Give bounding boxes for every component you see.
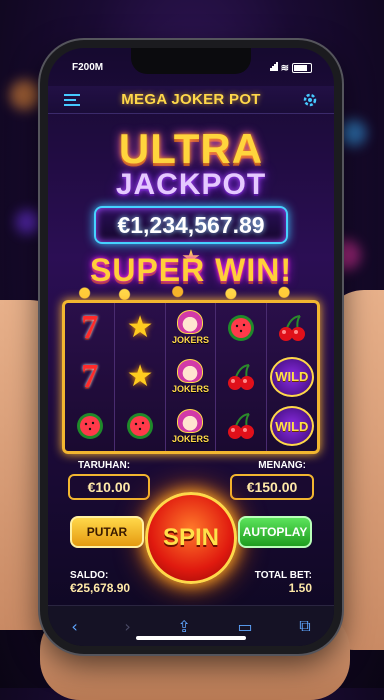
joker-icon bbox=[177, 359, 204, 384]
joker-icon bbox=[177, 408, 204, 433]
joker-symbol: JOKERS bbox=[171, 408, 209, 444]
reel-cell bbox=[267, 303, 317, 352]
battery-icon bbox=[292, 63, 312, 73]
status-bar: F200M ≋ bbox=[72, 62, 312, 74]
gear-icon[interactable] bbox=[300, 90, 320, 110]
home-indicator bbox=[136, 636, 246, 640]
slot-reels: 7 ★ JOKERS 7 ★ JOKERS WILD JOKERS WILD bbox=[62, 300, 320, 454]
reel-cell: 7 bbox=[65, 303, 116, 353]
reel-cell: JOKERS bbox=[166, 303, 217, 353]
background-light bbox=[10, 80, 40, 110]
watermelon-icon bbox=[76, 413, 103, 440]
reel-cell: JOKERS bbox=[166, 352, 217, 402]
joker-label: JOKERS bbox=[171, 433, 209, 444]
seven-symbol: 7 bbox=[81, 308, 99, 346]
background-light bbox=[340, 120, 366, 146]
status-icons: ≋ bbox=[269, 62, 312, 74]
reel-cell: JOKERS bbox=[166, 401, 217, 451]
star-icon: ★ bbox=[126, 359, 154, 395]
super-win-text: SUPER WIN! bbox=[90, 252, 292, 288]
jackpot-amount-box: €1,234,567.89 bbox=[94, 206, 288, 244]
joker-label: JOKERS bbox=[171, 335, 209, 346]
reel-cell bbox=[216, 401, 267, 451]
reel-cell bbox=[65, 401, 116, 451]
win-label: MENANG: bbox=[258, 460, 306, 471]
putar-button[interactable]: PUTAR bbox=[70, 516, 144, 548]
watermelon-icon bbox=[227, 314, 254, 341]
total-bet-block: TOTAL BET: 1.50 bbox=[255, 570, 312, 595]
jackpot-display: ULTRA JACKPOT €1,234,567.89 bbox=[48, 122, 334, 244]
jackpot-title-line1: ULTRA bbox=[118, 125, 264, 172]
back-icon[interactable]: ‹ bbox=[71, 617, 77, 636]
joker-symbol: JOKERS bbox=[172, 359, 209, 394]
coins-decoration bbox=[58, 286, 324, 300]
share-icon[interactable]: ⇪ bbox=[177, 617, 190, 636]
reel-cell: WILD bbox=[267, 402, 317, 451]
reel-cell bbox=[115, 401, 166, 451]
jackpot-amount: €1,234,567.89 bbox=[117, 211, 265, 238]
win-value: €150.00 bbox=[230, 474, 314, 500]
total-bet-value: 1.50 bbox=[288, 581, 312, 595]
star-icon: ★ bbox=[126, 310, 154, 346]
bet-label: TARUHAN: bbox=[78, 460, 131, 471]
tabs-icon[interactable]: ⧉ bbox=[299, 616, 310, 636]
joker-symbol: JOKERS bbox=[172, 310, 209, 345]
joker-label: JOKERS bbox=[171, 384, 209, 395]
balance-block: SALDO: €25,678.90 bbox=[70, 570, 130, 595]
footer-info: SALDO: €25,678.90 TOTAL BET: 1.50 bbox=[70, 570, 312, 595]
balance-value: €25,678.90 bbox=[70, 581, 131, 595]
cherries-icon bbox=[227, 363, 254, 390]
autoplay-button[interactable]: AUTOPLAY bbox=[238, 516, 312, 548]
phone-screen: F200M ≋ MEGA JOKER POT ULTRA JACKPOT €1,… bbox=[48, 48, 334, 646]
reel-cell: WILD bbox=[267, 352, 317, 401]
reel-cell bbox=[216, 303, 267, 353]
super-win-banner: SUPER WIN! bbox=[48, 252, 334, 289]
cherries-icon bbox=[227, 413, 254, 440]
total-bet-label: TOTAL BET: bbox=[254, 570, 312, 581]
reel-cell: ★ bbox=[115, 352, 166, 402]
wild-symbol: WILD bbox=[269, 356, 314, 397]
wifi-icon: ≋ bbox=[280, 62, 289, 74]
forward-icon[interactable]: › bbox=[124, 617, 130, 636]
balance-label: SALDO: bbox=[70, 570, 109, 581]
jackpot-title-line2: JACKPOT bbox=[115, 168, 267, 201]
reel-cell: ★ bbox=[115, 303, 166, 353]
bet-value[interactable]: €10.00 bbox=[68, 474, 150, 500]
spin-label: SPIN bbox=[162, 524, 219, 551]
reel-cell bbox=[216, 352, 267, 402]
seven-symbol: 7 bbox=[81, 357, 99, 395]
carrier-label: F200M bbox=[72, 62, 104, 73]
wild-label: WILD bbox=[275, 418, 309, 434]
menu-icon[interactable] bbox=[62, 90, 82, 110]
reel-cell: 7 bbox=[65, 352, 116, 402]
watermelon-icon bbox=[127, 413, 154, 440]
background-light bbox=[16, 210, 40, 234]
joker-icon bbox=[177, 310, 204, 335]
signal-icon bbox=[269, 62, 278, 74]
page-title: MEGA JOKER POT bbox=[121, 91, 261, 108]
wild-label: WILD bbox=[275, 369, 309, 385]
bookmarks-icon[interactable]: ▭ bbox=[237, 617, 252, 636]
wild-symbol: WILD bbox=[269, 406, 314, 447]
app-header: MEGA JOKER POT bbox=[48, 86, 334, 114]
cherries-icon bbox=[278, 314, 305, 341]
phone-device: F200M ≋ MEGA JOKER POT ULTRA JACKPOT €1,… bbox=[40, 40, 342, 654]
